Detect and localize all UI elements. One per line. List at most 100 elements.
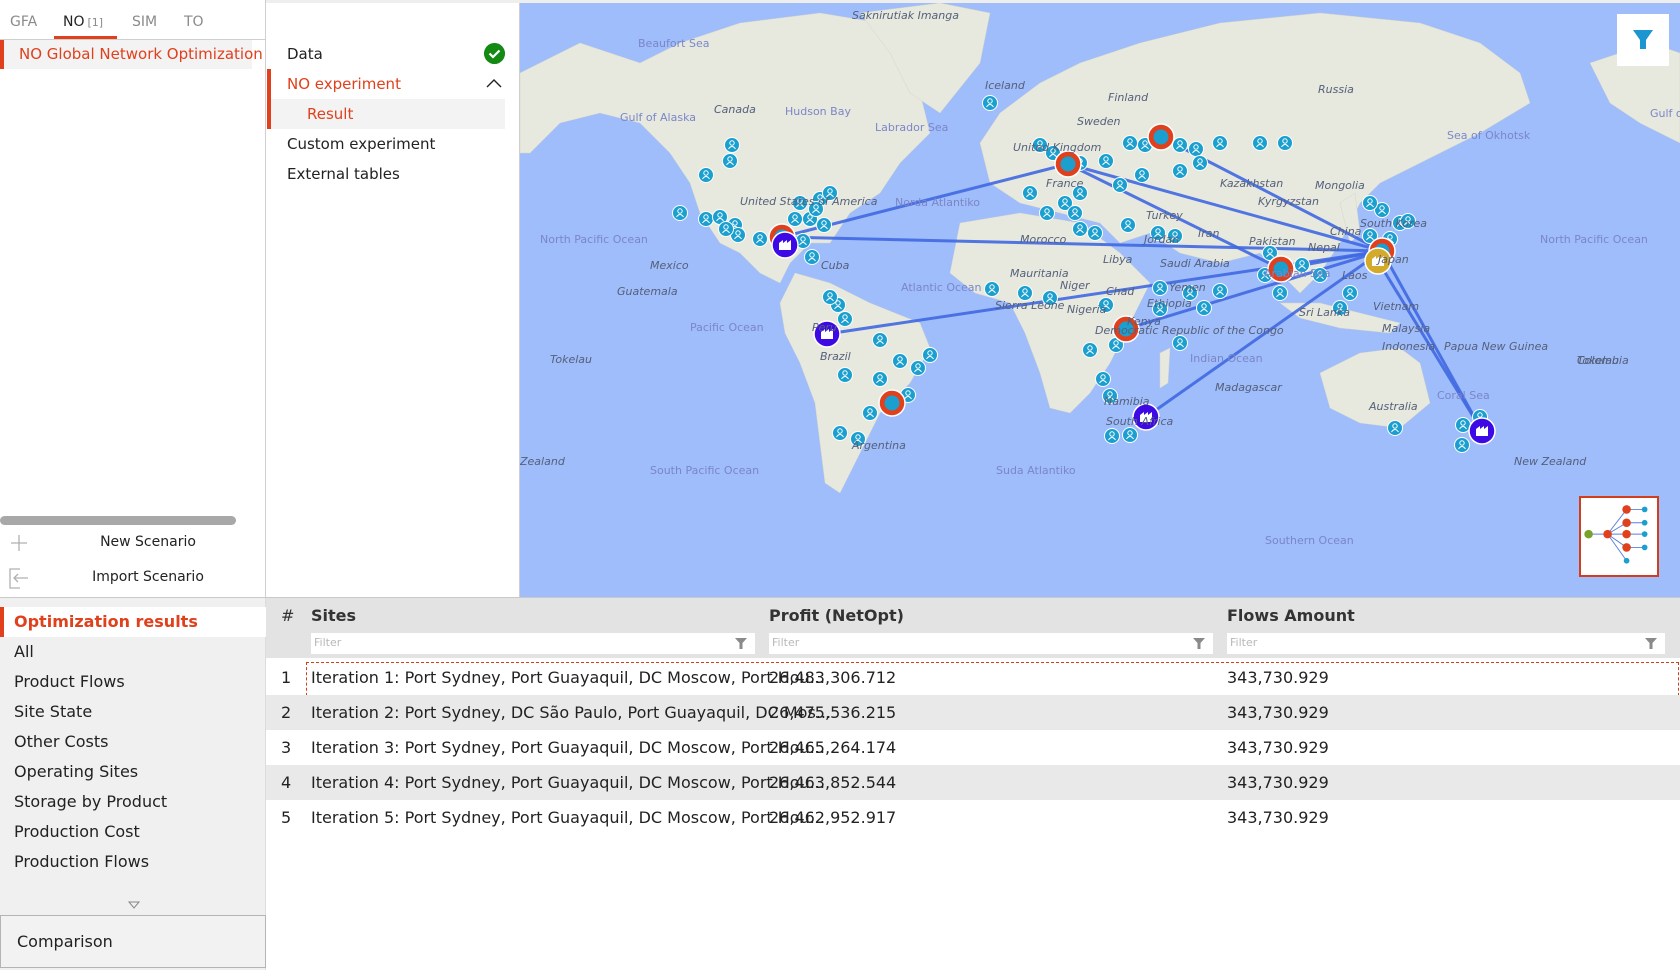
customer-marker <box>1120 217 1136 233</box>
customer-marker <box>787 211 803 227</box>
cell-flows: 343,730.929 <box>1227 738 1329 757</box>
customer-marker <box>1087 225 1103 241</box>
network-map[interactable]: Saknirutiak Imanga Beaufort Sea Canada Huds… <box>520 3 1680 597</box>
customer-marker <box>1098 153 1114 169</box>
map-label: Saudi Arabia <box>1160 257 1230 270</box>
customer-marker <box>984 281 1000 297</box>
map-label: Coral Sea <box>1437 389 1490 402</box>
customer-marker <box>982 95 998 111</box>
customer-marker <box>752 231 768 247</box>
map-label: Iran <box>1198 227 1220 240</box>
cell-profit: 26,483,306.712 <box>769 668 897 687</box>
tab-label: TO <box>184 14 204 30</box>
new-scenario-label: New Scenario <box>100 534 196 550</box>
results-nav-item[interactable]: Site State <box>0 697 266 727</box>
check-icon <box>484 43 505 64</box>
profit-filter-input[interactable]: Filter <box>769 633 1213 654</box>
results-nav-label: Production Flows <box>14 852 150 871</box>
network-tree-legend-button[interactable] <box>1579 496 1659 577</box>
map-label: Namibia <box>1104 395 1150 408</box>
results-nav-item[interactable]: Production Cost <box>0 817 266 847</box>
scenario-list-item[interactable]: NO Global Network Optimization <box>0 40 263 69</box>
map-label: Zealand <box>520 455 565 468</box>
map-label: Labrador Sea <box>875 121 949 134</box>
tab-no[interactable]: NO [1] <box>63 14 103 30</box>
map-label: Russia <box>1318 83 1354 96</box>
map-label: Indian Ocean <box>1190 352 1263 365</box>
network-tree-icon <box>1584 505 1648 564</box>
nav-item-label: Custom experiment <box>287 135 436 153</box>
import-scenario-button[interactable]: Import Scenario <box>0 561 266 595</box>
funnel-icon[interactable] <box>1645 638 1657 649</box>
tab-sim[interactable]: SIM <box>132 14 157 30</box>
map-label: Jordan <box>1144 233 1180 246</box>
tab-to[interactable]: TO <box>184 14 204 30</box>
results-nav-item[interactable]: Optimization results <box>0 607 266 637</box>
sites-filter-input[interactable]: Filter <box>311 633 755 654</box>
column-header-sites[interactable]: Sites <box>311 606 356 625</box>
results-nav-label: Operating Sites <box>14 762 139 781</box>
flows-filter-input[interactable]: Filter <box>1227 633 1665 654</box>
map-label: Canada <box>714 103 756 116</box>
funnel-icon[interactable] <box>1193 638 1205 649</box>
horizontal-scrollbar[interactable] <box>0 516 236 525</box>
scroll-down-triangle-icon[interactable] <box>128 901 140 909</box>
results-nav-label: Storage by Product <box>14 792 168 811</box>
customer-marker <box>724 137 740 153</box>
customer-marker <box>1188 141 1204 157</box>
map-label: Pakistan <box>1249 235 1296 248</box>
nav-item-data[interactable]: Data <box>267 39 505 69</box>
map-label: United Kingdom <box>1013 141 1102 154</box>
column-header-flows[interactable]: Flows Amount <box>1227 606 1355 625</box>
cell-flows: 343,730.929 <box>1227 703 1329 722</box>
results-nav-item[interactable]: Operating Sites <box>0 757 266 787</box>
customer-marker <box>1212 135 1228 151</box>
table-row[interactable]: 5 Iteration 5: Port Sydney, Port Guayaqui… <box>266 800 1680 835</box>
map-label: Suda Atlantiko <box>996 464 1076 477</box>
table-row[interactable]: 4 Iteration 4: Port Sydney, Port Guayaqui… <box>266 765 1680 800</box>
nav-item-result[interactable]: Result <box>271 99 505 129</box>
new-scenario-button[interactable]: New Scenario <box>0 526 266 560</box>
nav-item-custom-experiment[interactable]: Custom experiment <box>267 129 505 159</box>
map-label: Laos <box>1342 269 1368 282</box>
customer-marker <box>1134 167 1150 183</box>
map-label: Pacific Ocean <box>690 321 764 334</box>
customer-marker <box>698 167 714 183</box>
column-header-profit[interactable]: Profit (NetOpt) <box>769 606 904 625</box>
map-filter-button[interactable] <box>1617 14 1669 66</box>
customer-marker <box>722 153 738 169</box>
map-label: Brazil <box>820 350 851 363</box>
results-nav-item[interactable]: Storage by Product <box>0 787 266 817</box>
results-table: # Sites Profit (NetOpt) Flows Amount Fil… <box>266 598 1680 970</box>
customer-marker <box>862 405 878 421</box>
results-nav-item[interactable]: Other Costs <box>0 727 266 757</box>
nav-item-external-tables[interactable]: External tables <box>267 159 505 189</box>
map-label: North Pacific Ocean <box>1540 233 1648 246</box>
cell-flows: 343,730.929 <box>1227 668 1329 687</box>
customer-marker <box>837 311 853 327</box>
map-label: Democratic Republic of the Congo <box>1095 324 1284 337</box>
results-nav-item[interactable]: All <box>0 637 266 667</box>
chevron-up-icon[interactable] <box>485 77 503 89</box>
map-label: Vietnam <box>1373 300 1420 313</box>
table-row[interactable]: 3 Iteration 3: Port Sydney, Port Guayaqui… <box>266 730 1680 765</box>
map-label: Cuba <box>821 259 850 272</box>
map-label: Mongolia <box>1315 179 1365 192</box>
table-row[interactable]: 1 Iteration 1: Port Sydney, Port Guayaqui… <box>266 660 1680 701</box>
map-label: Yemen <box>1169 281 1206 294</box>
cell-sites: Iteration 3: Port Sydney, Port Guayaquil… <box>311 738 825 757</box>
nav-item-no-experiment[interactable]: NO experiment <box>267 69 505 99</box>
results-nav-item[interactable]: Product Flows <box>0 667 266 697</box>
nav-item-label: NO experiment <box>287 75 401 93</box>
customer-marker <box>1455 417 1471 433</box>
comparison-button[interactable]: Comparison <box>0 915 266 968</box>
map-label: Sri Lanka <box>1299 306 1351 319</box>
table-row[interactable]: 2 Iteration 2: Port Sydney, DC São Paulo,… <box>266 695 1680 730</box>
results-nav-item[interactable]: Production Flows <box>0 847 266 877</box>
customer-marker <box>1153 129 1169 145</box>
tab-label: SIM <box>132 14 158 30</box>
tab-gfa[interactable]: GFA <box>10 14 37 30</box>
active-tab-indicator <box>54 36 117 39</box>
funnel-icon[interactable] <box>735 638 747 649</box>
map-canvas[interactable] <box>520 3 1680 597</box>
